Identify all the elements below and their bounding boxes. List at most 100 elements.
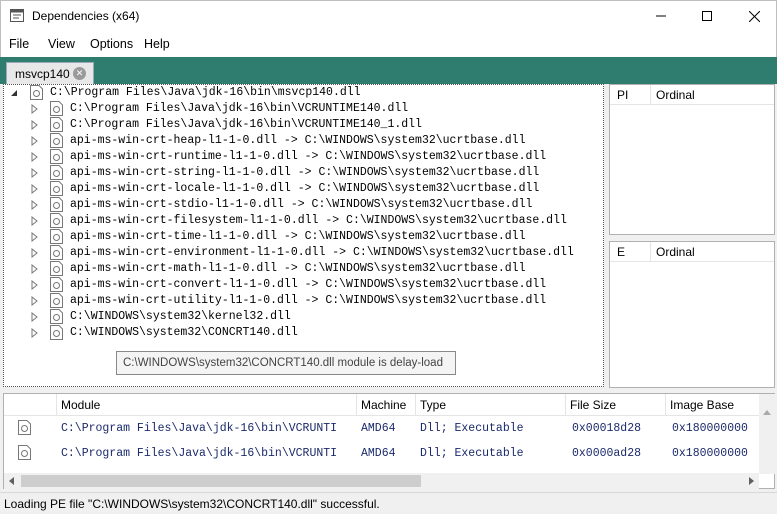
tree-item[interactable]: api-ms-win-crt-convert-l1-1-0.dll -> C:\… [4, 277, 603, 293]
expand-arrow-icon[interactable] [30, 104, 40, 114]
col-type[interactable]: Type [420, 398, 446, 412]
module-row[interactable]: C:\Program Files\Java\jdk-16\bin\VCRUNTI… [4, 417, 759, 441]
expand-arrow-icon[interactable] [30, 280, 40, 290]
cell-module-path: C:\Program Files\Java\jdk-16\bin\VCRUNTI [61, 422, 338, 435]
col-image-base[interactable]: Image Base [670, 398, 734, 412]
tree-item[interactable]: api-ms-win-crt-utility-l1-1-0.dll -> C:\… [4, 293, 603, 309]
tree-root[interactable]: C:\Program Files\Java\jdk-16\bin\msvcp14… [4, 85, 603, 101]
collapse-arrow-icon[interactable] [9, 88, 19, 98]
exports-panel[interactable]: E Ordinal [609, 241, 775, 388]
tree-item[interactable]: api-ms-win-crt-runtime-l1-1-0.dll -> C:\… [4, 149, 603, 165]
module-row[interactable]: C:\Program Files\Java\jdk-16\bin\VCRUNTI… [4, 442, 759, 466]
menu-view[interactable]: View [48, 37, 75, 51]
cell-machine: AMD64 [361, 422, 396, 435]
tree-item[interactable]: C:\Program Files\Java\jdk-16\bin\VCRUNTI… [4, 117, 603, 133]
tree-item[interactable]: api-ms-win-crt-locale-l1-1-0.dll -> C:\W… [4, 181, 603, 197]
expand-arrow-icon[interactable] [30, 152, 40, 162]
col-module[interactable]: Module [61, 398, 100, 412]
minimize-button[interactable] [638, 1, 684, 31]
dll-file-icon [50, 325, 63, 340]
tree-item-label: api-ms-win-crt-locale-l1-1-0.dll -> C:\W… [70, 182, 540, 195]
menu-bar: File View Options Help [0, 31, 777, 57]
modules-list[interactable]: Module Machine Type File Size Image Base… [3, 393, 775, 489]
dll-file-icon [50, 245, 63, 260]
cell-machine: AMD64 [361, 447, 396, 460]
column-divider[interactable] [650, 85, 651, 105]
tree-root-label: C:\Program Files\Java\jdk-16\bin\msvcp14… [50, 86, 361, 99]
column-divider[interactable] [565, 394, 566, 416]
dll-file-icon [18, 445, 31, 460]
cell-type: Dll; Executable [420, 422, 524, 435]
expand-arrow-icon[interactable] [30, 312, 40, 322]
menu-file[interactable]: File [9, 37, 29, 51]
dependency-tree[interactable]: C:\Program Files\Java\jdk-16\bin\msvcp14… [3, 84, 604, 387]
tree-item-label: C:\Program Files\Java\jdk-16\bin\VCRUNTI… [70, 118, 422, 131]
imports-panel[interactable]: PI Ordinal [609, 84, 775, 235]
tree-item[interactable]: api-ms-win-crt-heap-l1-1-0.dll -> C:\WIN… [4, 133, 603, 149]
dll-file-icon [18, 420, 31, 435]
status-text: Loading PE file "C:\WINDOWS\system32\CON… [4, 497, 380, 511]
col-ordinal[interactable]: Ordinal [656, 88, 695, 102]
expand-arrow-icon[interactable] [30, 296, 40, 306]
column-divider[interactable] [650, 242, 651, 262]
horizontal-scroll-thumb[interactable] [21, 475, 421, 487]
expand-arrow-icon[interactable] [30, 168, 40, 178]
expand-arrow-icon[interactable] [30, 328, 40, 338]
tree-item[interactable]: api-ms-win-crt-environment-l1-1-0.dll ->… [4, 245, 603, 261]
maximize-button[interactable] [684, 1, 730, 31]
expand-arrow-icon[interactable] [30, 232, 40, 242]
tree-item-label: api-ms-win-crt-heap-l1-1-0.dll -> C:\WIN… [70, 134, 526, 147]
tree-item-label: C:\Program Files\Java\jdk-16\bin\VCRUNTI… [70, 102, 409, 115]
dll-file-icon [50, 149, 63, 164]
imports-header: PI Ordinal [610, 85, 774, 105]
tree-item-label: api-ms-win-crt-convert-l1-1-0.dll -> C:\… [70, 278, 547, 291]
vertical-scrollbar[interactable] [759, 394, 775, 474]
col-pi[interactable]: PI [617, 88, 628, 102]
tree-item-label: api-ms-win-crt-time-l1-1-0.dll -> C:\WIN… [70, 230, 526, 243]
app-icon [10, 9, 24, 22]
tree-item-label: C:\WINDOWS\system32\CONCRT140.dll [70, 326, 298, 339]
scroll-right-icon[interactable] [749, 477, 754, 485]
expand-arrow-icon[interactable] [30, 184, 40, 194]
tree-item[interactable]: api-ms-win-crt-time-l1-1-0.dll -> C:\WIN… [4, 229, 603, 245]
expand-arrow-icon[interactable] [30, 264, 40, 274]
dll-file-icon [50, 101, 63, 116]
menu-options[interactable]: Options [90, 37, 133, 51]
scroll-left-icon[interactable] [9, 477, 14, 485]
tree-item[interactable]: C:\WINDOWS\system32\kernel32.dll [4, 309, 603, 325]
scroll-up-icon[interactable] [763, 410, 771, 415]
menu-help[interactable]: Help [144, 37, 170, 51]
column-divider[interactable] [56, 394, 57, 416]
tab-close-icon[interactable]: ✕ [73, 67, 86, 80]
expand-arrow-icon[interactable] [30, 248, 40, 258]
tab-label: msvcp140 [15, 67, 70, 81]
col-e[interactable]: E [617, 245, 625, 259]
status-bar: Loading PE file "C:\WINDOWS\system32\CON… [0, 492, 777, 514]
expand-arrow-icon[interactable] [30, 136, 40, 146]
close-button[interactable] [731, 1, 777, 31]
tree-item-label: C:\WINDOWS\system32\kernel32.dll [70, 310, 291, 323]
cell-file-size: 0x0000ad28 [572, 447, 642, 460]
column-divider[interactable] [356, 394, 357, 416]
dll-file-icon [30, 85, 43, 100]
col-ordinal[interactable]: Ordinal [656, 245, 695, 259]
expand-arrow-icon[interactable] [30, 120, 40, 130]
tab-msvcp140[interactable]: msvcp140 ✕ [6, 62, 94, 84]
delay-load-tooltip: C:\WINDOWS\system32\CONCRT140.dll module… [116, 351, 456, 375]
column-divider[interactable] [665, 394, 666, 416]
horizontal-scrollbar[interactable] [4, 473, 759, 489]
col-machine[interactable]: Machine [361, 398, 406, 412]
expand-arrow-icon[interactable] [30, 216, 40, 226]
column-divider[interactable] [415, 394, 416, 416]
tab-strip: msvcp140 ✕ [0, 57, 777, 84]
expand-arrow-icon[interactable] [30, 200, 40, 210]
dll-file-icon [50, 293, 63, 308]
col-file-size[interactable]: File Size [570, 398, 616, 412]
window-title: Dependencies (x64) [32, 9, 140, 23]
tree-item[interactable]: api-ms-win-crt-math-l1-1-0.dll -> C:\WIN… [4, 261, 603, 277]
tree-item[interactable]: C:\Program Files\Java\jdk-16\bin\VCRUNTI… [4, 101, 603, 117]
tree-item[interactable]: api-ms-win-crt-filesystem-l1-1-0.dll -> … [4, 213, 603, 229]
tree-item[interactable]: api-ms-win-crt-string-l1-1-0.dll -> C:\W… [4, 165, 603, 181]
tree-item[interactable]: api-ms-win-crt-stdio-l1-1-0.dll -> C:\WI… [4, 197, 603, 213]
tree-item[interactable]: C:\WINDOWS\system32\CONCRT140.dll [4, 325, 603, 341]
